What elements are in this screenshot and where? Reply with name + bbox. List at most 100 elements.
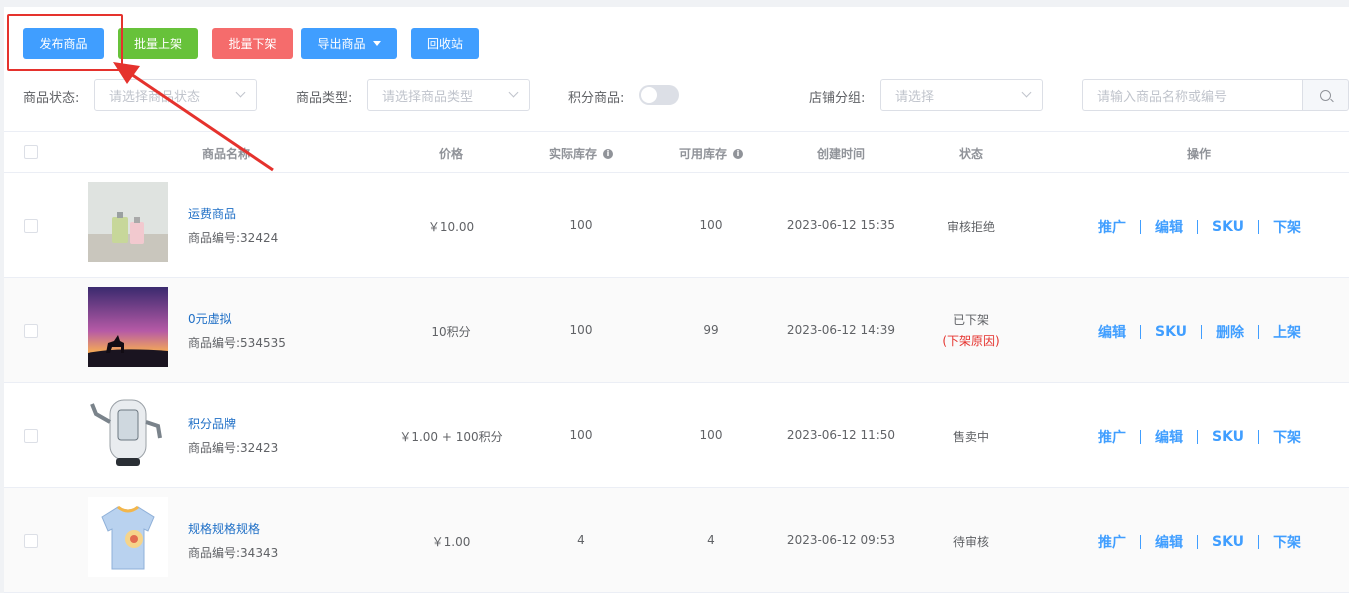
available-stock-cell: 4 <box>707 533 715 547</box>
status-filter-placeholder: 请选择商品状态 <box>109 89 201 105</box>
export-products-dropdown[interactable]: 导出商品 <box>301 28 397 59</box>
col-price: 价格 <box>438 147 464 161</box>
sku-link[interactable]: SKU <box>1212 429 1244 445</box>
col-actual-stock: 实际库存 i <box>548 145 614 162</box>
divider <box>1258 220 1260 234</box>
sku-link[interactable]: SKU <box>1212 534 1244 550</box>
product-image-robot <box>88 392 168 472</box>
row-actions: 编辑 SKU 删除 上架 <box>1098 322 1301 342</box>
info-icon[interactable]: i <box>733 148 744 159</box>
off-shelf-reason-link[interactable]: (下架原因) <box>942 332 999 349</box>
edit-link[interactable]: 编辑 <box>1155 427 1183 447</box>
edit-link[interactable]: 编辑 <box>1155 217 1183 237</box>
actual-stock-cell: 4 <box>577 533 585 547</box>
price-cell: ￥10.00 <box>427 220 475 234</box>
product-name-link[interactable]: 0元虚拟 <box>188 310 232 327</box>
batch-off-shelf-button[interactable]: 批量下架 <box>212 28 293 59</box>
info-icon[interactable]: i <box>603 148 614 159</box>
created-time-cell: 2023-06-12 11:50 <box>786 428 896 442</box>
actual-stock-cell: 100 <box>569 428 593 442</box>
chevron-down-icon <box>1021 87 1032 98</box>
caret-down-icon <box>372 41 381 46</box>
edit-link[interactable]: 编辑 <box>1098 322 1126 342</box>
col-available-stock: 可用库存 i <box>678 145 744 162</box>
col-name: 商品名称 <box>201 147 251 161</box>
off-shelf-link[interactable]: 下架 <box>1273 427 1301 447</box>
type-filter-label: 商品类型: <box>296 91 353 106</box>
divider <box>1201 325 1203 339</box>
product-code: 商品编号:34343 <box>188 546 279 560</box>
promote-link[interactable]: 推广 <box>1098 427 1126 447</box>
status-text: 已下架 <box>952 313 989 327</box>
price-cell: ￥1.00 + 100积分 <box>399 430 503 444</box>
search-input[interactable]: 请输入商品名称或编号 <box>1082 79 1303 111</box>
divider <box>1197 535 1198 549</box>
toggle-knob <box>641 87 657 103</box>
product-code: 商品编号:32423 <box>188 441 279 455</box>
export-products-label: 导出商品 <box>317 37 366 51</box>
sku-link[interactable]: SKU <box>1155 324 1187 340</box>
table-row: 规格规格规格 商品编号:34343 ￥1.00 4 4 2023-06-12 0… <box>4 488 1349 593</box>
divider <box>1140 220 1141 234</box>
status-filter-select[interactable]: 请选择商品状态 <box>94 79 257 111</box>
delete-link[interactable]: 删除 <box>1216 322 1244 342</box>
row-checkbox[interactable] <box>24 534 38 548</box>
product-name-link[interactable]: 运费商品 <box>188 205 236 222</box>
divider <box>1140 325 1141 339</box>
edit-link[interactable]: 编辑 <box>1155 532 1183 552</box>
available-stock-cell: 100 <box>699 428 723 442</box>
available-stock-cell: 99 <box>703 323 719 337</box>
table-row: 积分品牌 商品编号:32423 ￥1.00 + 100积分 100 100 20… <box>4 383 1349 488</box>
divider <box>1258 535 1260 549</box>
select-all-checkbox[interactable] <box>24 145 38 159</box>
product-image-tshirt <box>88 497 168 577</box>
col-created: 创建时间 <box>816 147 866 161</box>
divider <box>1140 535 1141 549</box>
group-filter-placeholder: 请选择 <box>895 89 935 105</box>
product-name-link[interactable]: 积分品牌 <box>188 415 236 432</box>
available-stock-cell: 100 <box>699 218 723 232</box>
col-actual-stock-label: 实际库存 <box>548 147 598 161</box>
divider <box>1197 220 1198 234</box>
product-list-page: 发布商品 批量上架 批量下架 导出商品 回收站 商品状态: 请选择商品状态 商品… <box>4 7 1349 593</box>
search-button[interactable] <box>1302 79 1349 111</box>
promote-link[interactable]: 推广 <box>1098 217 1126 237</box>
type-filter-select[interactable]: 请选择商品类型 <box>367 79 530 111</box>
search-icon <box>1320 90 1331 101</box>
search-placeholder: 请输入商品名称或编号 <box>1097 89 1228 105</box>
divider <box>1258 430 1260 444</box>
actual-stock-cell: 100 <box>569 218 593 232</box>
chevron-down-icon <box>235 87 246 98</box>
recycle-bin-button[interactable]: 回收站 <box>411 28 479 59</box>
divider <box>1258 325 1260 339</box>
product-name-link[interactable]: 规格规格规格 <box>188 520 260 537</box>
row-actions: 推广 编辑 SKU 下架 <box>1098 427 1301 447</box>
table-row: 运费商品 商品编号:32424 ￥10.00 100 100 2023-06-1… <box>4 173 1349 278</box>
batch-on-shelf-button[interactable]: 批量上架 <box>118 28 198 59</box>
sku-link[interactable]: SKU <box>1212 219 1244 235</box>
table-row: 0元虚拟 商品编号:534535 10积分 100 99 2023-06-12 … <box>4 278 1349 383</box>
product-code: 商品编号:32424 <box>188 231 279 245</box>
created-time-cell: 2023-06-12 15:35 <box>786 218 896 232</box>
row-checkbox[interactable] <box>24 324 38 338</box>
points-filter-label: 积分商品: <box>568 91 625 106</box>
product-code: 商品编号:534535 <box>188 336 286 350</box>
row-checkbox[interactable] <box>24 219 38 233</box>
group-filter-select[interactable]: 请选择 <box>880 79 1043 111</box>
divider <box>1140 430 1141 444</box>
chevron-down-icon <box>508 87 519 98</box>
status-filter-label: 商品状态: <box>23 91 80 106</box>
col-actions: 操作 <box>1186 147 1212 161</box>
points-product-toggle[interactable] <box>639 85 679 105</box>
price-cell: 10积分 <box>431 325 471 339</box>
actual-stock-cell: 100 <box>569 323 593 337</box>
col-available-stock-label: 可用库存 <box>678 147 728 161</box>
status-cell: 待审核 <box>952 535 990 549</box>
status-cell: 已下架 (下架原因) <box>942 311 999 349</box>
group-filter-label: 店铺分组: <box>809 91 866 106</box>
on-shelf-link[interactable]: 上架 <box>1273 322 1301 342</box>
row-checkbox[interactable] <box>24 429 38 443</box>
promote-link[interactable]: 推广 <box>1098 532 1126 552</box>
off-shelf-link[interactable]: 下架 <box>1273 532 1301 552</box>
off-shelf-link[interactable]: 下架 <box>1273 217 1301 237</box>
